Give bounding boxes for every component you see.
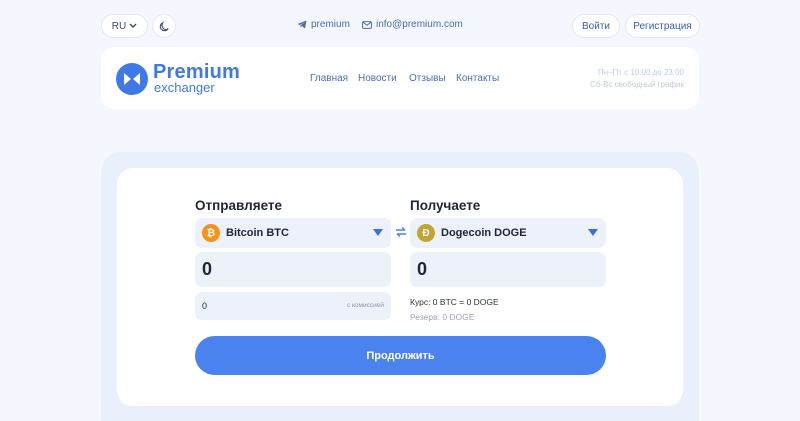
email-link[interactable]: info@premium.com	[362, 19, 463, 30]
language-label: RU	[111, 20, 127, 32]
swap-icon[interactable]	[394, 226, 408, 238]
continue-button[interactable]: Продолжить	[195, 336, 606, 375]
receive-title: Получаете	[410, 198, 481, 213]
theme-toggle-button[interactable]	[152, 14, 176, 38]
reserve-amount: Резерв: 0 DOGE	[410, 312, 475, 322]
commission-amount-input[interactable]: 0 с комиссией	[195, 292, 391, 320]
receive-amount-input[interactable]: 0	[410, 252, 606, 287]
commission-value: 0	[202, 301, 208, 311]
dropdown-caret-icon	[588, 229, 598, 236]
working-hours-weekend: Сб-Вс свободный график	[590, 80, 684, 89]
register-button[interactable]: Регистрация	[625, 14, 700, 38]
logo[interactable]: Premium exchanger	[116, 61, 248, 98]
send-title: Отправляете	[195, 198, 283, 213]
nav-reviews[interactable]: Отзывы	[409, 73, 446, 84]
send-currency-label: Bitcoin BTC	[226, 227, 289, 239]
moon-icon	[159, 21, 169, 31]
working-hours-weekdays: Пн–Пт с 10:00 до 23:00	[597, 68, 684, 77]
bitcoin-icon: ₿	[202, 224, 220, 242]
logo-subtitle: exchanger	[154, 80, 215, 95]
working-hours: Пн–Пт с 10:00 до 23:00 Сб-Вс свободный г…	[590, 67, 684, 91]
dropdown-caret-icon	[373, 229, 383, 236]
nav-news[interactable]: Новости	[358, 73, 397, 84]
telegram-icon	[297, 20, 307, 29]
commission-label: с комиссией	[346, 302, 384, 309]
language-selector[interactable]: RU	[101, 14, 148, 38]
telegram-link[interactable]: premium	[297, 19, 350, 30]
telegram-label: premium	[311, 19, 350, 30]
nav-contacts[interactable]: Контакты	[456, 73, 499, 84]
chevron-down-icon	[129, 23, 137, 28]
dogecoin-icon: Ð	[417, 224, 435, 242]
mail-icon	[362, 20, 372, 29]
receive-currency-label: Dogecoin DOGE	[441, 227, 527, 239]
header: Premium exchanger Главная Новости Отзывы…	[101, 47, 699, 109]
email-label: info@premium.com	[376, 19, 463, 30]
receive-currency-select[interactable]: Ð Dogecoin DOGE	[410, 218, 606, 248]
nav-home[interactable]: Главная	[310, 73, 348, 84]
bowtie-logo-icon	[116, 63, 148, 95]
send-currency-select[interactable]: ₿ Bitcoin BTC	[195, 218, 391, 248]
login-button[interactable]: Войти	[572, 14, 620, 38]
topbar: RU premium info@premium.com Войти Регист…	[0, 0, 800, 50]
send-amount-input[interactable]: 0	[195, 252, 391, 287]
exchange-rate: Курс: 0 BTC = 0 DOGE	[410, 297, 499, 307]
